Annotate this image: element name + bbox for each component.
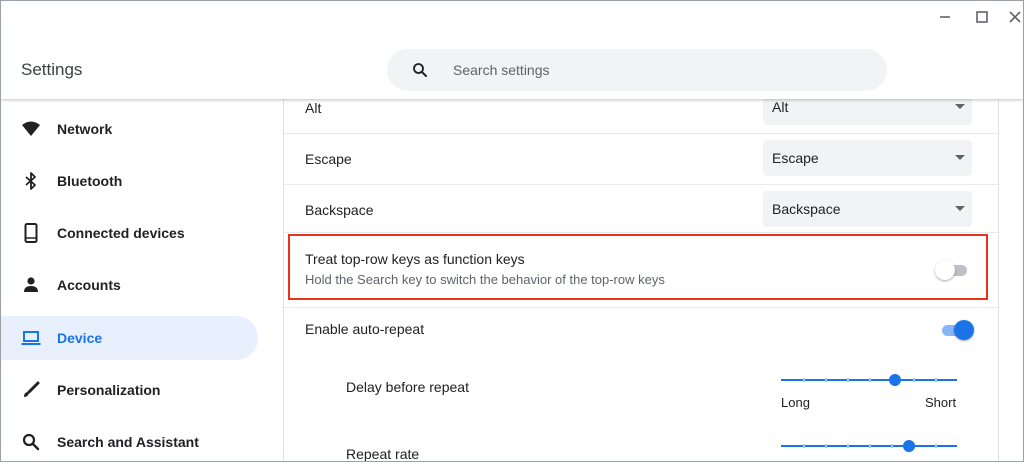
sidebar-item-label: Network [57,121,113,137]
slider-tick [825,378,827,382]
delay-slider[interactable] [781,372,957,388]
minimize-icon [940,16,950,18]
app-title: Settings [21,60,83,79]
dropdown-value: Escape [772,150,819,166]
toggle-knob [954,320,974,340]
sidebar-item-label: Personalization [57,382,161,398]
top-row-keys-toggle[interactable] [935,260,969,280]
search-input[interactable] [453,59,853,81]
escape-key-dropdown[interactable]: Escape [763,140,972,176]
repeat-rate-slider[interactable] [781,438,957,454]
maximize-icon [976,11,988,23]
slider-tick [891,444,893,448]
maximize-button[interactable] [970,7,994,27]
brush-icon [21,380,41,400]
sidebar-item-search-and-assistant[interactable]: Search and Assistant [1,420,258,461]
sidebar-item-label: Search and Assistant [57,434,199,450]
slider-tick [803,444,805,448]
top-bar: Settings [1,1,1023,99]
remap-label: Alt [305,100,322,116]
dropdown-value: Backspace [772,201,841,217]
sidebar-item-label: Bluetooth [57,173,123,189]
slider-tick [935,444,937,448]
settings-window: Settings Network B [0,0,1024,462]
highlight-box [288,234,988,300]
dropdown-arrow-icon [955,206,965,211]
bluetooth-icon [21,171,41,191]
phone-icon [21,223,41,243]
slider-tick [803,378,805,382]
top-row-keys-label: Treat top-row keys as function keys [305,251,525,267]
wifi-icon [21,119,41,139]
person-icon [21,275,41,295]
sidebar: Network Bluetooth Connected devices Acco… [1,99,271,461]
close-button[interactable] [1003,7,1023,27]
top-row-keys-description: Hold the Search key to switch the behavi… [305,272,665,287]
close-icon [1009,11,1021,23]
remap-row-escape: Escape Escape [284,133,998,185]
sidebar-item-label: Device [57,330,103,346]
slider-tick [935,378,937,382]
delay-max-label: Short [925,395,957,410]
sidebar-item-accounts[interactable]: Accounts [1,263,258,307]
laptop-icon [21,328,41,348]
remap-row-backspace: Backspace Backspace [284,184,998,233]
sidebar-item-network[interactable]: Network [1,107,258,151]
slider-tick [913,378,915,382]
sidebar-item-bluetooth[interactable]: Bluetooth [1,159,258,203]
slider-tick [825,444,827,448]
delay-before-repeat-label: Delay before repeat [346,379,469,395]
auto-repeat-label: Enable auto-repeat [305,321,425,337]
dropdown-arrow-icon [955,104,965,109]
keyboard-settings-panel: Alt Alt Escape Escape Backspace Backspac… [283,89,999,462]
dropdown-value: Alt [772,99,789,115]
sidebar-item-label: Connected devices [57,225,185,241]
slider-thumb[interactable] [903,440,915,452]
sidebar-item-personalization[interactable]: Personalization [1,368,258,412]
delay-min-label: Long [781,395,810,410]
sidebar-item-device[interactable]: Device [1,316,258,360]
dropdown-arrow-icon [955,155,965,160]
remap-label: Backspace [305,202,374,218]
slider-tick [847,378,849,382]
slider-thumb[interactable] [889,374,901,386]
slider-tick [869,444,871,448]
search-icon [413,63,427,77]
auto-repeat-toggle[interactable] [940,320,974,340]
remap-label: Escape [305,151,352,167]
backspace-key-dropdown[interactable]: Backspace [763,191,972,227]
slider-tick [869,378,871,382]
repeat-rate-label: Repeat rate [346,446,420,462]
sidebar-item-label: Accounts [57,277,121,293]
sidebar-item-connected-devices[interactable]: Connected devices [1,211,258,255]
toggle-knob [935,260,955,280]
auto-repeat-row: Enable auto-repeat [284,307,998,352]
slider-tick [847,444,849,448]
search-icon [21,432,41,452]
minimize-button[interactable] [933,7,957,27]
search-box[interactable] [387,49,887,91]
